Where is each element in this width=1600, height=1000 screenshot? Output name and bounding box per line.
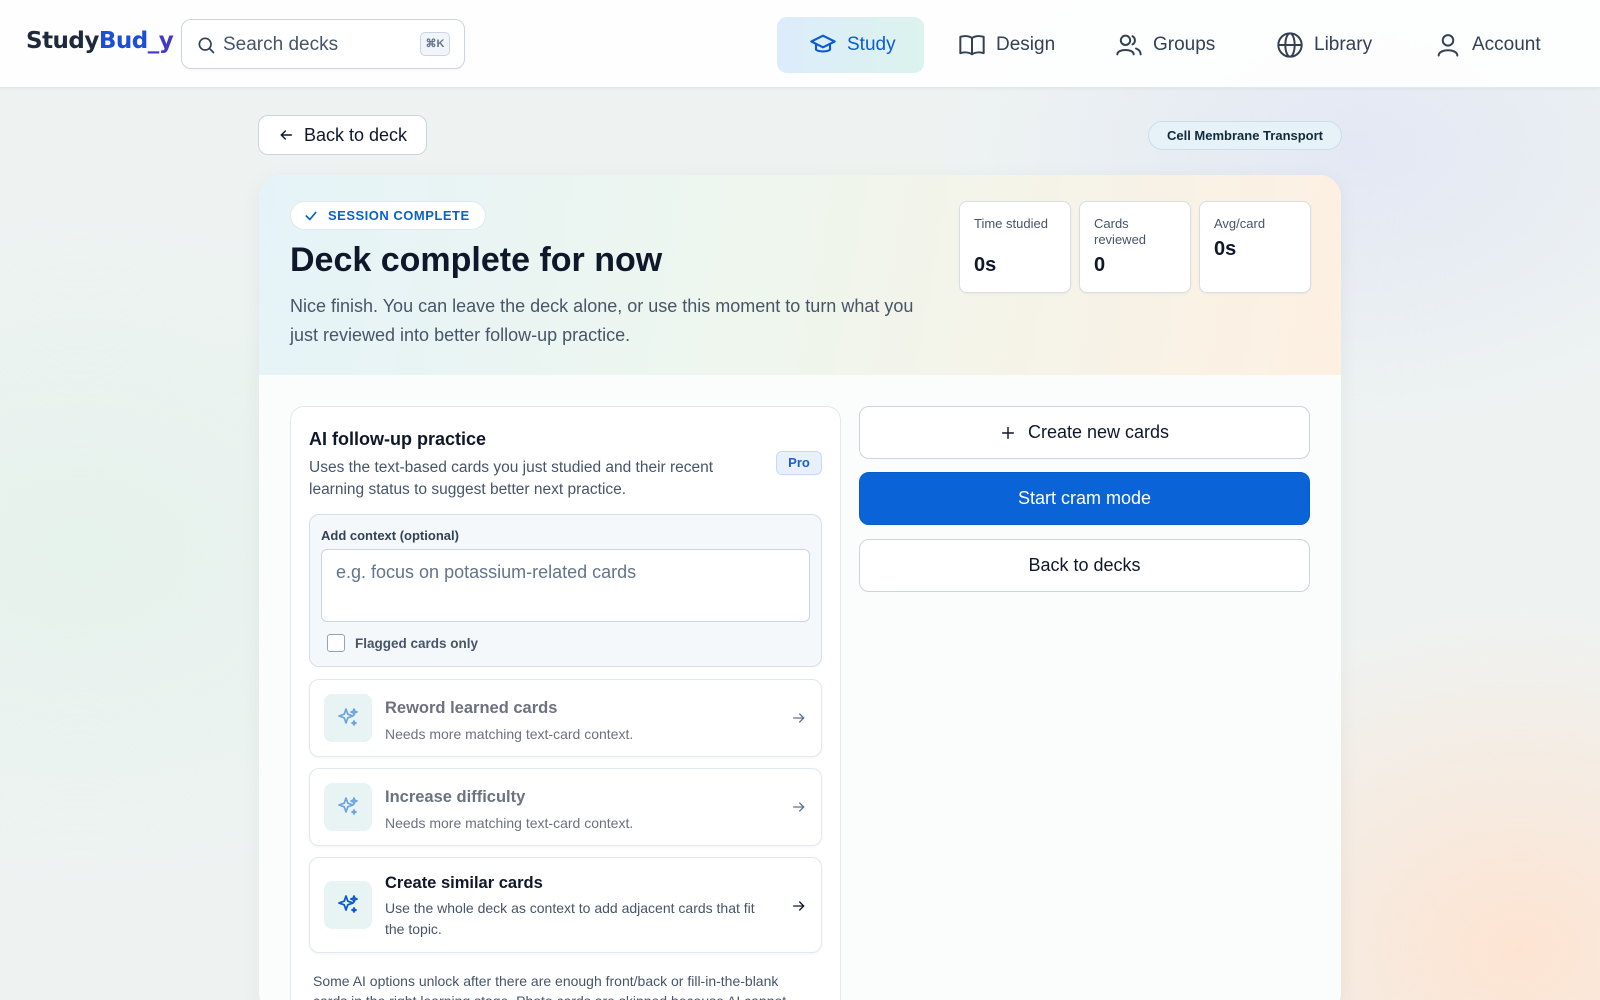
arrow-right-icon (793, 713, 805, 723)
ai-panel-description: Uses the text-based cards you just studi… (309, 459, 714, 498)
stat-time-studied: Time studied 0s (959, 201, 1071, 293)
sparkles-icon (324, 694, 372, 742)
flagged-only-checkbox[interactable] (327, 634, 345, 652)
session-hero: SESSION COMPLETE Deck complete for now N… (259, 175, 1341, 375)
nav-account-label: Account (1472, 34, 1541, 55)
book-icon (959, 35, 985, 56)
nav-groups[interactable]: Groups (1115, 17, 1215, 73)
user-icon (1437, 34, 1459, 57)
plus-icon (1001, 426, 1015, 439)
logo-text-y: _y (147, 28, 174, 54)
session-summary-card: SESSION COMPLETE Deck complete for now N… (259, 175, 1341, 1000)
ai-footnote: Some AI options unlock after there are e… (313, 973, 786, 1000)
session-badge-label: SESSION COMPLETE (328, 208, 470, 223)
search-shortcut: ⌘K (420, 32, 450, 56)
back-to-deck-label: Back to deck (304, 124, 408, 145)
stat-label: Avg/card (1214, 216, 1266, 231)
stat-value: 0s (1214, 238, 1237, 260)
option-title: Increase difficulty (385, 788, 526, 806)
users-icon (1116, 34, 1142, 56)
create-new-cards-label: Create new cards (1027, 422, 1170, 442)
sparkles-icon (324, 881, 372, 929)
check-icon (305, 211, 317, 220)
session-description: Nice finish. You can leave the deck alon… (290, 296, 914, 345)
arrow-left-icon (280, 130, 293, 140)
globe-icon (1277, 32, 1303, 58)
flagged-only-label: Flagged cards only (355, 635, 479, 651)
option-description: Needs more matching text-card context. (385, 726, 634, 742)
arrow-right-icon (793, 802, 805, 812)
option-increase-difficulty[interactable]: Increase difficulty Needs more matching … (309, 768, 822, 846)
pro-badge: Pro (776, 451, 822, 475)
back-to-deck-button[interactable]: Back to deck (258, 115, 427, 155)
option-reword-learned[interactable]: Reword learned cards Needs more matching… (309, 679, 822, 757)
nav-library-label: Library (1314, 34, 1373, 55)
stat-label: Cards reviewed (1094, 216, 1147, 247)
search-box[interactable]: Search decks ⌘K (181, 19, 465, 69)
page-title: Deck complete for now (290, 241, 663, 279)
arrow-right-icon (793, 901, 805, 911)
sparkles-icon (324, 783, 372, 831)
stat-value: 0s (974, 254, 997, 276)
nav-study[interactable]: Study (777, 17, 924, 73)
top-bar: StudyBud_y Search decks ⌘K Study Design … (0, 0, 1600, 88)
nav-library[interactable]: Library (1276, 17, 1372, 73)
app-logo[interactable]: StudyBud_y (26, 28, 174, 54)
option-description: Needs more matching text-card context. (385, 815, 634, 831)
logo-text-bud: Bud (98, 28, 148, 54)
create-new-cards-button[interactable]: Create new cards (859, 406, 1310, 459)
option-title: Reword learned cards (385, 699, 558, 717)
option-description: Use the whole deck as context to add adj… (385, 900, 755, 937)
nav-study-label: Study (847, 34, 896, 55)
session-complete-badge: SESSION COMPLETE (290, 201, 486, 230)
search-input[interactable]: Search decks (223, 34, 338, 56)
context-input[interactable] (321, 549, 810, 622)
stat-cards-reviewed: Cards reviewed 0 (1079, 201, 1191, 293)
nav-groups-label: Groups (1153, 34, 1216, 55)
ai-panel-title: AI follow-up practice (309, 429, 487, 449)
back-to-decks-label: Back to decks (1028, 555, 1141, 575)
deck-name-badge: Cell Membrane Transport (1148, 121, 1342, 150)
stat-avg-card: Avg/card 0s (1199, 201, 1311, 293)
option-title: Create similar cards (385, 874, 543, 892)
nav-design[interactable]: Design (958, 17, 1055, 73)
graduation-cap-icon (810, 34, 836, 53)
start-cram-mode-label: Start cram mode (1017, 488, 1152, 508)
search-icon (198, 37, 215, 54)
start-cram-mode-button[interactable]: Start cram mode (859, 472, 1310, 525)
logo-text-study: Study (26, 28, 99, 54)
context-label: Add context (optional) (321, 528, 459, 543)
option-create-similar[interactable]: Create similar cards Use the whole deck … (309, 857, 822, 953)
back-to-decks-button[interactable]: Back to decks (859, 539, 1310, 592)
nav-design-label: Design (996, 34, 1056, 55)
flagged-only-row[interactable]: Flagged cards only (327, 634, 478, 652)
context-box: Add context (optional) Flagged cards onl… (309, 514, 822, 667)
ai-followup-panel: AI follow-up practice Uses the text-base… (290, 406, 841, 1000)
stat-value: 0 (1094, 254, 1106, 276)
stat-label: Time studied (974, 216, 1048, 231)
nav-account[interactable]: Account (1434, 17, 1541, 73)
